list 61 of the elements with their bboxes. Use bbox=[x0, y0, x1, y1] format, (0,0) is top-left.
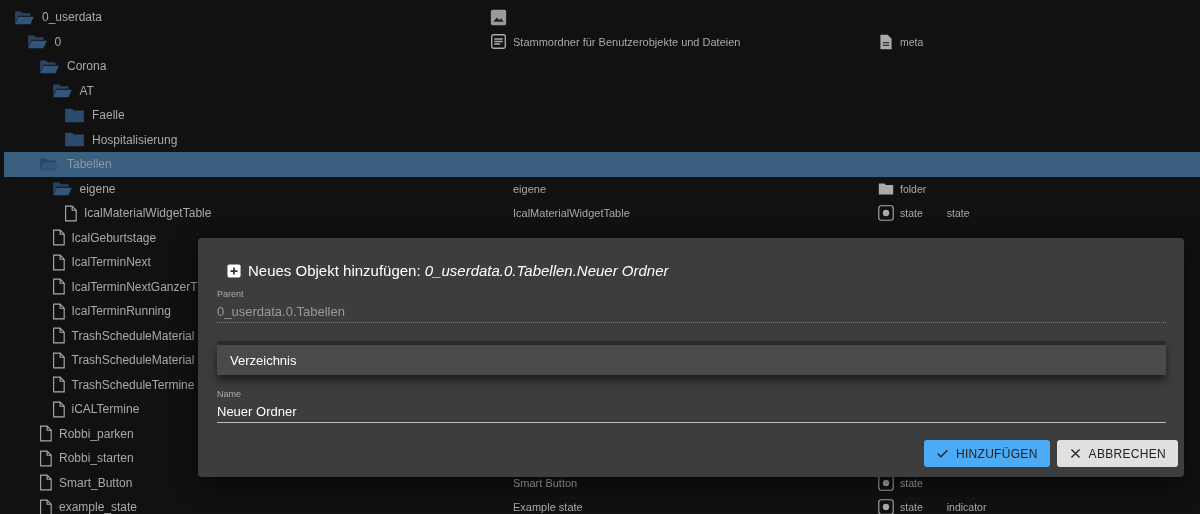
tree-item[interactable]: Faelle bbox=[92, 108, 125, 123]
file-icon bbox=[51, 327, 65, 345]
description-text: Smart Button bbox=[512, 476, 578, 489]
tree-item[interactable]: Hospitalisierung bbox=[92, 132, 178, 147]
file-icon bbox=[39, 474, 52, 492]
dialog-title: Neues Objekt hinzufügen: 0_userdata.0.Tabellen.Neuer Ordner bbox=[248, 262, 669, 279]
cancel-button[interactable]: ABBRECHEN bbox=[1056, 440, 1178, 467]
tree-item[interactable]: IcalGeburtstage bbox=[71, 230, 157, 245]
tree-item[interactable]: 0_userdata bbox=[42, 10, 103, 25]
text-field[interactable]: Parent 0_userdata.0.Tabellen bbox=[217, 289, 1166, 323]
description-text: Stammordner für Benutzerobjekte und Dateien bbox=[513, 35, 741, 48]
tree-item[interactable]: TrashScheduleMaterial bbox=[71, 328, 195, 343]
tree-item[interactable]: IcalTerminNext bbox=[71, 255, 151, 270]
role-text: state bbox=[946, 207, 970, 220]
tree-item[interactable]: Robbi_parken bbox=[59, 426, 134, 441]
tree-item[interactable]: IcalMaterialWidgetTable bbox=[84, 206, 212, 221]
type-text: meta bbox=[900, 35, 924, 48]
tree-item[interactable]: iCALTermine bbox=[71, 402, 140, 417]
file-icon bbox=[39, 425, 52, 443]
menu-item[interactable]: Verzeichnis bbox=[217, 345, 1166, 375]
file-icon bbox=[51, 376, 65, 394]
folder-icon bbox=[878, 180, 894, 197]
description-text: Example state bbox=[512, 501, 583, 514]
file-icon bbox=[51, 278, 65, 296]
file-icon bbox=[51, 400, 65, 418]
tree-item[interactable]: TrashScheduleMaterial bbox=[71, 353, 195, 368]
image-icon bbox=[490, 8, 507, 26]
tree-item[interactable]: 0 bbox=[54, 34, 62, 49]
state-icon bbox=[878, 499, 894, 514]
text-field[interactable]: Name Neuer Ordner bbox=[217, 389, 1166, 423]
close-icon bbox=[1068, 447, 1082, 460]
type-text: state bbox=[900, 476, 923, 489]
tree-item[interactable]: Smart_Button bbox=[59, 475, 133, 490]
tree-item[interactable]: TrashScheduleTermine bbox=[71, 377, 195, 392]
check-icon bbox=[935, 447, 949, 460]
document-icon bbox=[490, 33, 507, 51]
document-icon bbox=[878, 33, 894, 50]
type-text: state bbox=[900, 207, 923, 220]
file-icon bbox=[51, 253, 65, 271]
file-icon bbox=[39, 498, 52, 514]
description-text: eigene bbox=[512, 182, 547, 195]
type-text: folder bbox=[900, 182, 927, 195]
tree-item[interactable]: IcalTerminNextGanzerT bbox=[71, 279, 198, 294]
file-icon bbox=[64, 204, 77, 222]
file-icon bbox=[51, 229, 65, 247]
tree-item[interactable]: eigene bbox=[79, 181, 116, 196]
tree-item[interactable]: example_state bbox=[59, 500, 138, 514]
state-icon bbox=[878, 205, 894, 222]
tree-item[interactable]: Corona bbox=[67, 59, 107, 74]
file-icon bbox=[51, 302, 65, 320]
add-button[interactable]: HINZUFÜGEN bbox=[923, 440, 1050, 467]
state-icon bbox=[878, 474, 894, 491]
add-icon bbox=[227, 263, 241, 278]
tree-item[interactable]: Robbi_starten bbox=[59, 451, 134, 466]
type-text: state bbox=[900, 501, 923, 514]
tree-item[interactable]: AT bbox=[79, 83, 94, 98]
tree-item[interactable]: IcalTerminRunning bbox=[71, 304, 171, 319]
description-text: IcalMaterialWidgetTable bbox=[512, 207, 630, 220]
file-icon bbox=[39, 449, 52, 467]
role-text: indicator bbox=[946, 501, 987, 514]
file-icon bbox=[51, 351, 65, 369]
